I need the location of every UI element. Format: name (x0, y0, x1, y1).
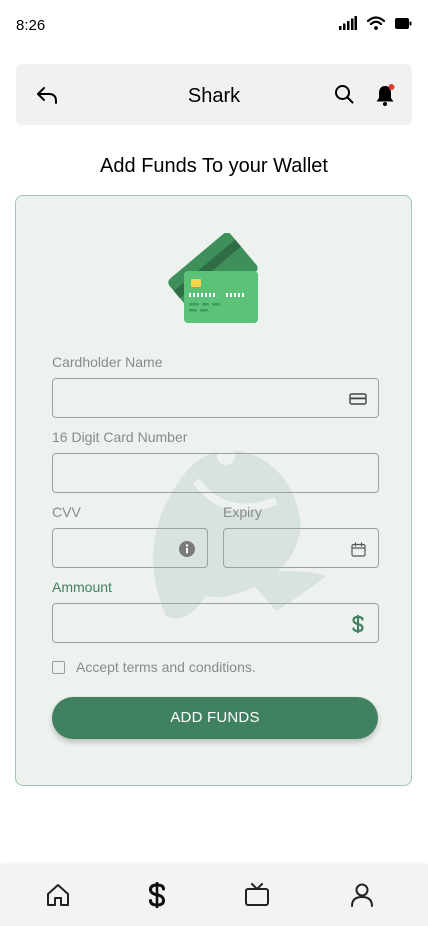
credit-card-illustration (168, 233, 258, 323)
card-number-label: 16 Digit Card Number (52, 429, 188, 445)
expiry-field[interactable] (223, 528, 379, 568)
card-number-input[interactable] (53, 454, 378, 492)
amount-input[interactable] (53, 604, 378, 642)
expiry-label: Expiry (223, 504, 262, 520)
nav-profile[interactable] (347, 880, 377, 910)
page-heading: Add Funds To your Wallet (100, 155, 328, 177)
battery-icon (395, 17, 412, 29)
terms-label[interactable]: Accept terms and conditions. (76, 659, 256, 675)
calendar-icon[interactable] (348, 539, 368, 559)
add-funds-form: Cardholder Name 16 Digit Card Number CVV… (15, 195, 412, 786)
info-icon[interactable] (177, 539, 197, 559)
status-icons (339, 16, 412, 30)
notification-button[interactable] (373, 83, 397, 107)
terms-row: Accept terms and conditions. (52, 659, 256, 675)
tv-icon (245, 883, 269, 906)
search-button[interactable] (334, 84, 356, 106)
user-icon (351, 883, 373, 907)
cvv-label: CVV (52, 504, 81, 520)
nav-tv[interactable] (242, 880, 272, 910)
nav-home[interactable] (43, 880, 73, 910)
amount-field[interactable] (52, 603, 379, 643)
cardholder-name-field[interactable] (52, 378, 379, 418)
dollar-icon (148, 882, 166, 908)
wifi-icon (367, 16, 385, 30)
home-icon (47, 884, 69, 906)
bottom-navigation (0, 864, 428, 926)
cvv-field[interactable] (52, 528, 208, 568)
status-time: 8:26 (16, 17, 46, 34)
bell-icon (376, 84, 395, 106)
card-number-field[interactable] (52, 453, 379, 493)
dollar-icon (348, 614, 368, 634)
cardholder-name-label: Cardholder Name (52, 354, 163, 370)
search-icon (335, 85, 354, 104)
card-icon (348, 389, 368, 409)
signal-icon (339, 16, 357, 30)
nav-funds[interactable] (142, 880, 172, 910)
cardholder-name-input[interactable] (53, 379, 378, 417)
terms-checkbox[interactable] (52, 660, 65, 674)
status-bar: 8:26 (0, 0, 428, 50)
amount-label: Ammount (52, 579, 112, 595)
add-funds-button[interactable]: ADD FUNDS (52, 697, 378, 739)
app-header: Shark (16, 64, 412, 125)
